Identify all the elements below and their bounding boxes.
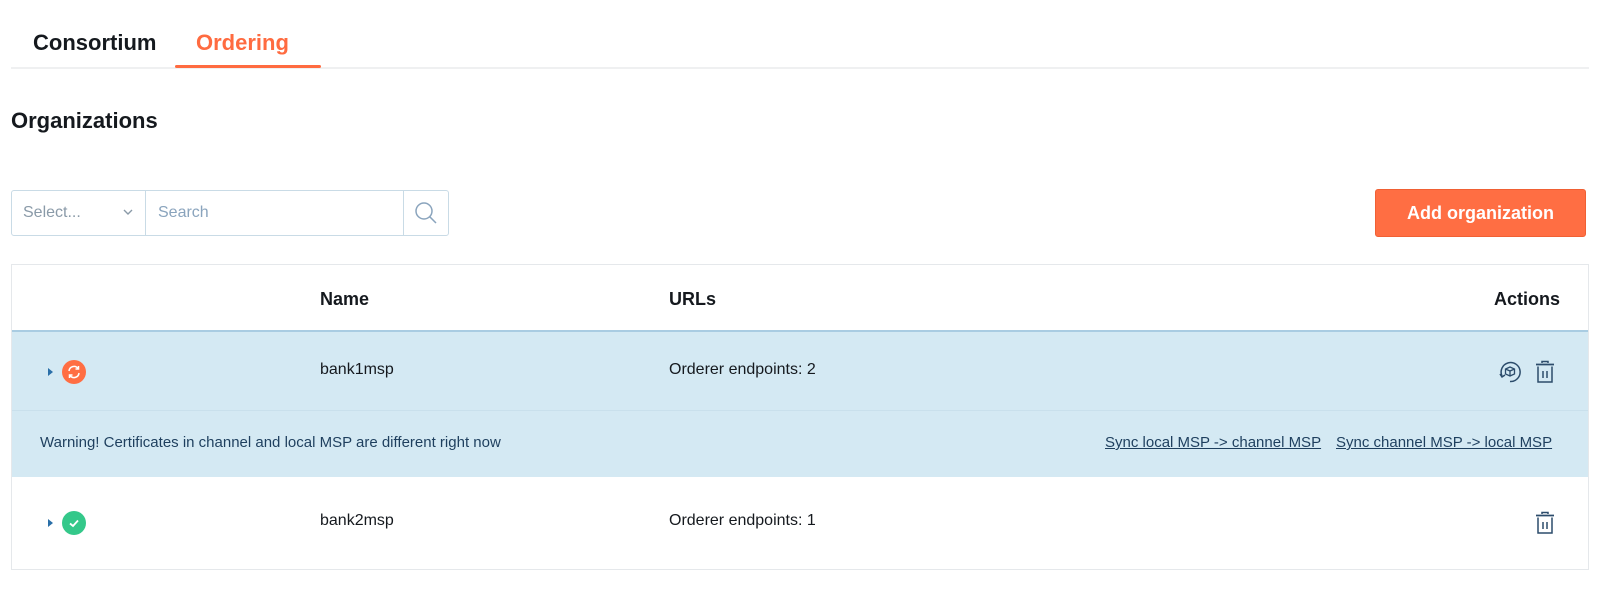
- row-main: bank1msp Orderer endpoints: 2: [12, 332, 1588, 411]
- organizations-table: Name URLs Actions bank1msp Orderer endpo…: [11, 264, 1589, 570]
- delete-button[interactable]: [1532, 510, 1558, 536]
- status-sync-warning: [62, 360, 86, 384]
- status-ok: [62, 511, 86, 535]
- tab-ordering[interactable]: Ordering: [196, 30, 289, 56]
- org-name: bank2msp: [320, 512, 394, 529]
- sync-local-to-channel-link[interactable]: Sync local MSP -> channel MSP: [1105, 434, 1321, 451]
- tab-consortium[interactable]: Consortium: [33, 30, 156, 56]
- trash-icon: [1536, 360, 1554, 383]
- column-header-actions: Actions: [1493, 289, 1560, 309]
- org-urls: Orderer endpoints: 1: [669, 512, 816, 529]
- column-header-urls[interactable]: URLs: [669, 289, 716, 310]
- org-name: bank1msp: [320, 361, 394, 378]
- search-icon: [415, 202, 437, 224]
- search-button[interactable]: [403, 191, 448, 235]
- expand-caret-icon[interactable]: [45, 367, 55, 377]
- sync-msp-icon: [1499, 361, 1521, 383]
- chevron-down-icon: [123, 209, 133, 215]
- page-title: Organizations: [11, 108, 158, 133]
- add-organization-button[interactable]: Add organization: [1375, 189, 1586, 237]
- tab-bar: Consortium Ordering: [11, 0, 1589, 69]
- filter-select-placeholder: Select...: [23, 204, 81, 221]
- delete-button[interactable]: [1532, 359, 1558, 385]
- filter-bar: Select...: [11, 190, 449, 236]
- column-header-name[interactable]: Name: [320, 289, 369, 310]
- filter-select[interactable]: Select...: [12, 191, 146, 235]
- table-header: Name URLs Actions: [12, 265, 1588, 332]
- org-urls: Orderer endpoints: 2: [669, 361, 816, 378]
- sync-icon: [68, 365, 80, 379]
- trash-icon: [1536, 511, 1554, 534]
- check-icon: [69, 519, 79, 528]
- expand-caret-icon[interactable]: [45, 518, 55, 528]
- active-tab-indicator: [175, 65, 321, 68]
- table-row: bank1msp Orderer endpoints: 2 Warning! C…: [12, 332, 1588, 477]
- search-input[interactable]: [146, 191, 403, 235]
- sync-channel-to-local-link[interactable]: Sync channel MSP -> local MSP: [1336, 434, 1552, 451]
- sync-msp-button[interactable]: [1497, 359, 1523, 385]
- msp-warning-message: Warning! Certificates in channel and loc…: [40, 434, 501, 451]
- table-row: bank2msp Orderer endpoints: 1: [12, 477, 1588, 569]
